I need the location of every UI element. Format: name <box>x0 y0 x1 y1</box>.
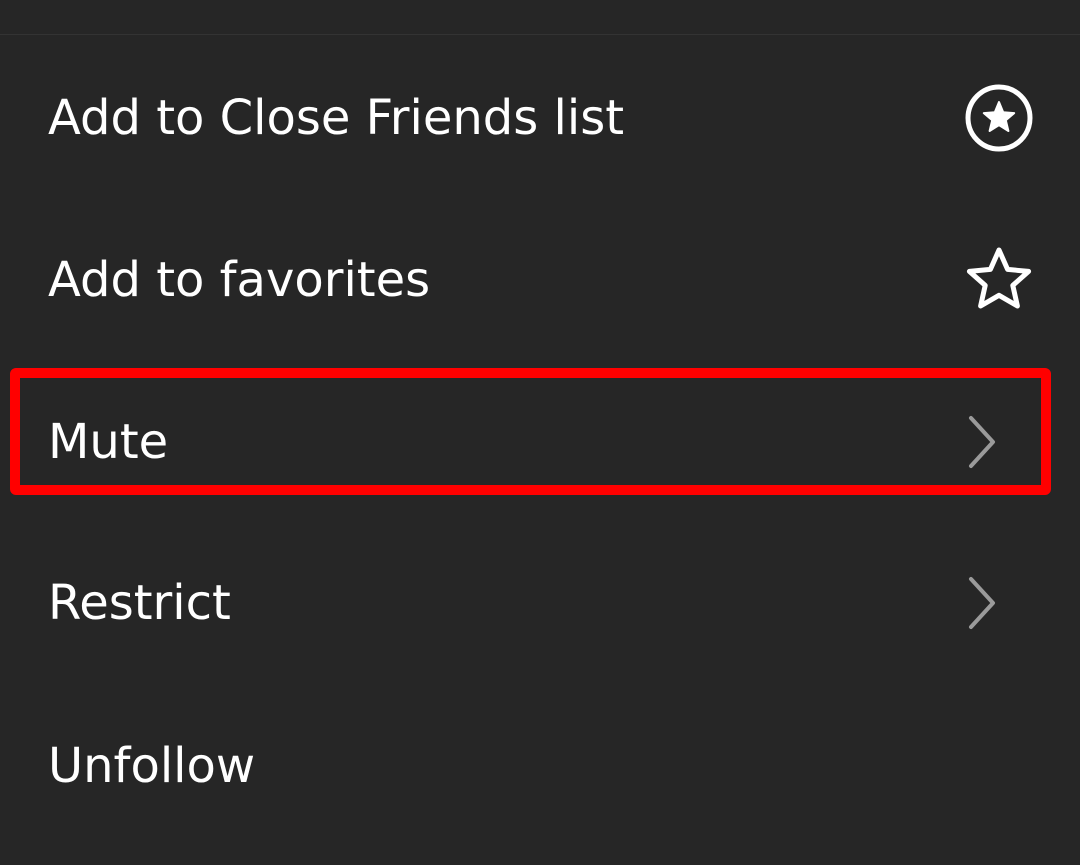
menu-item-label: Mute <box>48 414 169 470</box>
menu-item-favorites[interactable]: Add to favorites <box>0 200 1080 360</box>
menu-item-label: Restrict <box>48 575 231 631</box>
menu-item-label: Add to Close Friends list <box>48 90 625 146</box>
close-friends-star-circle-icon <box>964 83 1034 153</box>
menu-item-close-friends[interactable]: Add to Close Friends list <box>0 38 1080 198</box>
menu-item-mute[interactable]: Mute <box>0 362 1080 522</box>
menu-item-unfollow[interactable]: Unfollow <box>0 686 1080 846</box>
menu-item-label: Unfollow <box>48 738 256 794</box>
chevron-right-icon <box>948 568 1018 638</box>
top-divider <box>0 34 1080 35</box>
menu-item-label: Add to favorites <box>48 252 431 308</box>
star-outline-icon <box>964 245 1034 315</box>
menu-item-restrict[interactable]: Restrict <box>0 523 1080 683</box>
chevron-right-icon <box>948 407 1018 477</box>
